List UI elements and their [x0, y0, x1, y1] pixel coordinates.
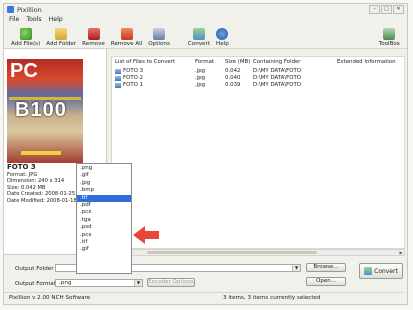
table-row[interactable]: FOTO 1 .jpg 0.039 D:\MY DATA\FOTO — [115, 82, 337, 89]
format-option-selected[interactable]: .tif — [77, 194, 131, 202]
help-icon — [216, 28, 229, 40]
add-folder-icon — [55, 28, 68, 40]
horizontal-scrollbar[interactable]: ◀ ▶ — [111, 249, 405, 256]
col-extended[interactable]: Extended Information — [337, 59, 396, 66]
selection-status: 3 items, 3 items currently selected — [223, 295, 321, 301]
file-list[interactable]: List of Files to Convert Format Size (MB… — [111, 56, 405, 249]
menu-tools[interactable]: Tools — [26, 16, 41, 23]
col-files[interactable]: List of Files to Convert — [115, 59, 195, 66]
table-row[interactable]: FOTO 2 .jpg 0.040 D:\MY DATA\FOTO — [115, 75, 337, 82]
options-button[interactable]: Options — [145, 28, 173, 48]
image-file-icon — [115, 69, 121, 74]
close-button[interactable]: ✕ — [393, 5, 404, 14]
add-files-button[interactable]: Add File(s) — [8, 28, 43, 48]
toolbox-icon — [383, 28, 396, 40]
format-option[interactable]: .pdf — [77, 202, 131, 209]
app-icon — [7, 6, 14, 13]
remove-button[interactable]: Remove — [79, 28, 108, 48]
output-settings: Output Folder ▼ Browse... Output Format … — [3, 258, 403, 294]
menu-file[interactable]: File — [9, 16, 19, 23]
file-modified: Date Modified: 2008-01-18 — [7, 197, 77, 204]
format-option[interactable]: .psd — [77, 224, 131, 231]
chevron-down-icon[interactable]: ▼ — [134, 280, 142, 286]
scroll-thumb[interactable] — [147, 251, 317, 254]
col-format[interactable]: Format — [195, 59, 225, 66]
toolbar: Add File(s) Add Folder Remove Remove All… — [4, 24, 407, 49]
file-name: FOTO 3 — [7, 163, 36, 171]
output-folder-label: Output Folder — [15, 266, 54, 272]
menu-help[interactable]: Help — [49, 16, 63, 23]
cover-logo: PC — [10, 60, 38, 82]
maximize-button[interactable]: □ — [381, 5, 392, 14]
format-option[interactable]: .pcx — [77, 232, 131, 239]
convert-icon — [192, 28, 205, 40]
format-option[interactable]: .jpg — [77, 180, 131, 187]
output-format-dropdown-list[interactable]: .png .gif .jpg .bmp .tif .pdf .pcx .tga … — [76, 163, 132, 274]
format-option[interactable]: .png — [77, 165, 131, 172]
magazine-cover-thumbnail: PC B100 — [7, 59, 83, 163]
red-arrow-icon — [133, 226, 159, 244]
status-bar: Pixillion v 2.00 NCH Software 3 items, 3… — [3, 292, 403, 303]
convert-button[interactable]: Convert — [359, 263, 403, 279]
options-icon — [153, 28, 166, 40]
format-option[interactable]: .pcx — [77, 209, 131, 216]
remove-all-button[interactable]: Remove All — [108, 28, 145, 48]
format-option[interactable]: .gif — [77, 172, 131, 179]
minimize-button[interactable]: – — [369, 5, 380, 14]
format-option[interactable]: .tga — [77, 217, 131, 224]
add-file-icon — [19, 28, 32, 40]
add-folder-button[interactable]: Add Folder — [43, 28, 79, 48]
menu-bar: File Tools Help — [4, 15, 407, 24]
scroll-right-icon[interactable]: ▶ — [398, 250, 404, 255]
list-header: List of Files to Convert Format Size (MB… — [115, 59, 396, 66]
format-option[interactable]: .gif — [77, 246, 131, 253]
col-folder[interactable]: Containing Folder — [253, 59, 337, 66]
col-size[interactable]: Size (MB) — [225, 59, 253, 66]
image-file-icon — [115, 76, 121, 81]
output-format-select[interactable]: .png ▼ — [55, 279, 143, 287]
format-option[interactable]: .tif — [77, 239, 131, 246]
table-row[interactable]: FOTO 3 .jpg 0.042 D:\MY DATA\FOTO — [115, 68, 337, 75]
file-created: Date Created: 2008-01-25 — [7, 191, 76, 198]
remove-all-icon — [120, 28, 133, 40]
format-option[interactable]: .bmp — [77, 187, 131, 194]
version-text: Pixillion v 2.00 NCH Software — [9, 295, 91, 301]
file-info: FOTO 3 Format: JPG Dimension: 240 x 314 … — [7, 162, 77, 204]
remove-icon — [87, 28, 100, 40]
convert-toolbar-button[interactable]: Convert — [185, 28, 213, 48]
chevron-down-icon[interactable]: ▼ — [292, 265, 300, 271]
window-title: Pixillion — [17, 5, 42, 14]
output-format-label: Output Format — [15, 281, 56, 287]
help-button[interactable]: Help — [213, 28, 232, 48]
open-button[interactable]: Open... — [306, 277, 346, 286]
title-bar: Pixillion – □ ✕ — [4, 4, 407, 15]
convert-icon — [364, 267, 373, 275]
browse-button[interactable]: Browse... — [306, 263, 346, 272]
cover-headline: B100 — [15, 99, 67, 121]
image-file-icon — [115, 83, 121, 88]
toolbox-button[interactable]: ToolBox — [376, 28, 403, 48]
encoder-options-button[interactable]: Encoder Options — [147, 278, 195, 287]
